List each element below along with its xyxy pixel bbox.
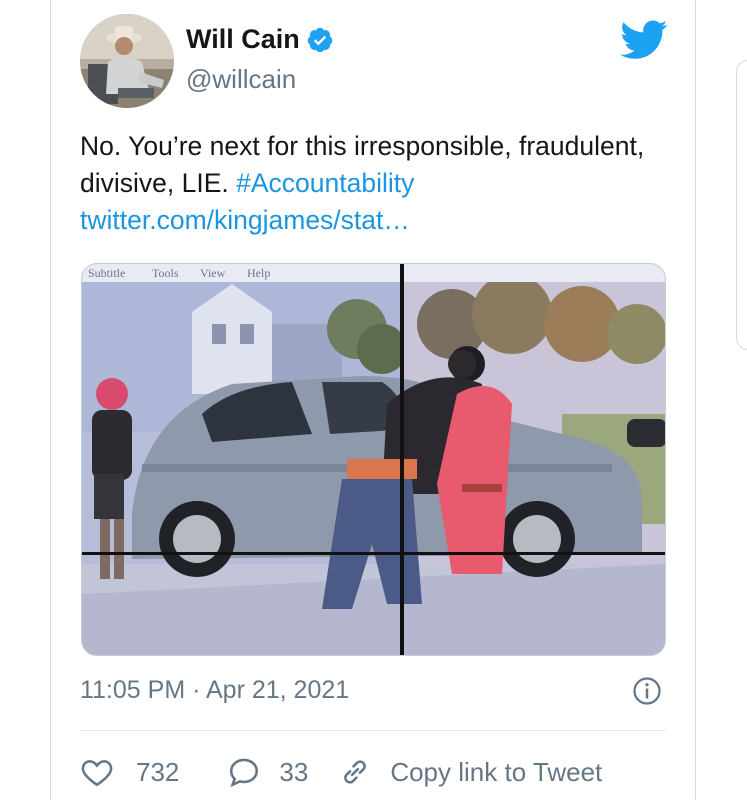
twitter-bird-icon[interactable] [620, 20, 668, 60]
info-icon[interactable] [632, 676, 662, 706]
author-avatar[interactable] [80, 14, 174, 108]
tweet-media[interactable]: Subtitle Tools View Help [81, 263, 666, 656]
heart-icon [81, 760, 113, 787]
menu-bar-help: Help [247, 266, 270, 280]
menu-bar-view: View [200, 266, 226, 280]
tweet-actions: 732 33 Copy link to Tweet [80, 754, 602, 790]
copy-link-label: Copy link to Tweet [390, 756, 603, 787]
hashtag-link[interactable]: #Accountability [236, 168, 414, 198]
reply-count: 33 [279, 756, 309, 787]
author-name-row[interactable]: Will Cain [186, 24, 334, 55]
copy-link-button[interactable]: Copy link to Tweet [338, 755, 602, 789]
author-name[interactable]: Will Cain [186, 24, 300, 55]
link-chain-icon [344, 760, 367, 784]
author-handle[interactable]: @willcain [186, 64, 296, 95]
menu-bar-tools: Tools [152, 266, 179, 280]
avatar-image [80, 14, 174, 108]
quoted-tweet-link[interactable]: twitter.com/kingjames/stat… [80, 205, 410, 235]
tweet-text: No. You’re next for this irresponsible, … [80, 128, 670, 239]
verified-badge-icon [307, 27, 333, 52]
video-still-image: Subtitle Tools View Help [82, 264, 665, 655]
reply-button[interactable]: 33 [227, 755, 308, 789]
like-button[interactable]: 732 [80, 755, 179, 789]
action-divider [80, 730, 666, 731]
menu-bar-subtitle: Subtitle [88, 266, 125, 280]
reply-bubble-icon [230, 758, 259, 788]
like-count: 732 [136, 756, 180, 787]
adjacent-card-edge [736, 60, 747, 350]
tweet-timestamp[interactable]: 11:05 PM · Apr 21, 2021 [80, 676, 349, 705]
